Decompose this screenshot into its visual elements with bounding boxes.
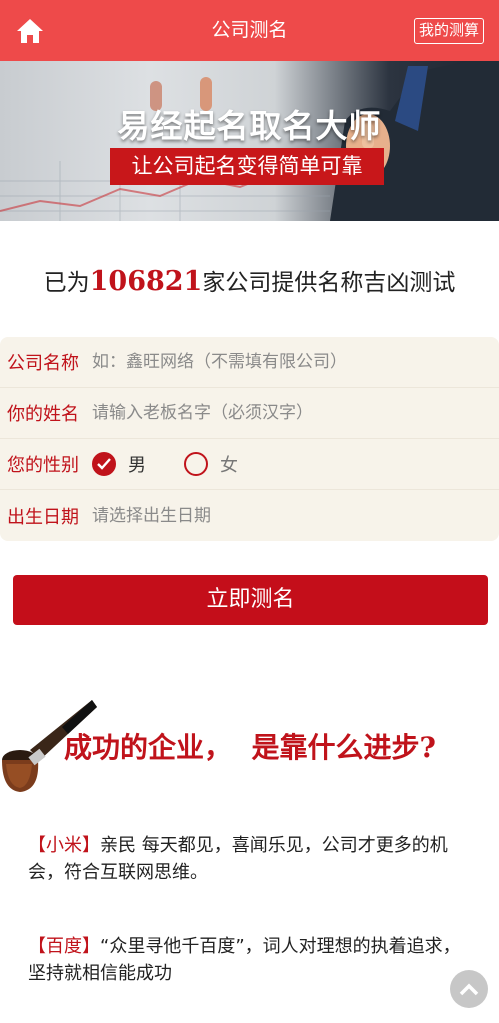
banner: 易经起名取名大师 让公司起名变得简单可靠 <box>0 61 499 221</box>
list-item: 【小米】亲民 每天都见，喜闻乐见，公司才更多的机会，符合互联网思维。 <box>28 832 478 886</box>
stats-prefix: 已为 <box>43 270 90 296</box>
item-tag: 【百度】 <box>28 936 100 957</box>
chevron-up-icon <box>459 983 479 996</box>
radio-unchecked-icon <box>184 452 208 476</box>
top-bar: 公司测名 我的测算 <box>0 0 499 61</box>
banner-subtitle: 让公司起名变得简单可靠 <box>110 148 384 185</box>
birth-label: 出生日期 <box>7 506 79 528</box>
gender-female-option[interactable]: 女 <box>184 451 238 477</box>
scroll-to-top-button[interactable] <box>450 970 488 1008</box>
section-title: 成功的企业， 是靠什么进步? <box>64 726 436 766</box>
banner-title: 易经起名取名大师 <box>117 107 382 145</box>
stats-count: 106821 <box>89 266 203 297</box>
company-row: 公司名称 <box>0 337 499 388</box>
gender-male-label: 男 <box>128 455 146 476</box>
company-input[interactable] <box>92 342 499 382</box>
check-icon <box>97 458 111 470</box>
section-title-part2: 是靠什么进步? <box>251 731 436 764</box>
birth-row: 出生日期 <box>0 490 499 541</box>
name-row: 你的姓名 <box>0 388 499 439</box>
company-label: 公司名称 <box>7 353 79 374</box>
section-title-part1: 成功的企业， <box>64 731 233 764</box>
name-label: 你的姓名 <box>7 404 79 425</box>
item-tag: 【小米】 <box>28 835 100 856</box>
name-input[interactable] <box>92 393 499 433</box>
gender-female-label: 女 <box>220 455 238 476</box>
list-item: 【百度】“众里寻他千百度”，词人对理想的执着追求，坚持就相信能成功 <box>28 933 478 987</box>
gender-male-option[interactable]: 男 <box>92 451 146 477</box>
birth-date-input[interactable] <box>92 495 499 536</box>
radio-checked-icon <box>92 452 116 476</box>
my-results-button[interactable]: 我的测算 <box>413 18 484 44</box>
usage-stats: 已为106821家公司提供名称吉凶测试 <box>0 263 499 297</box>
stats-suffix: 家公司提供名称吉凶测试 <box>202 270 456 296</box>
gender-label: 您的性别 <box>7 455 79 476</box>
gender-row: 您的性别 男 女 <box>0 439 499 490</box>
name-test-form: 公司名称 你的姓名 您的性别 男 女 出生日期 <box>0 337 499 541</box>
submit-button[interactable]: 立即测名 <box>13 575 488 625</box>
